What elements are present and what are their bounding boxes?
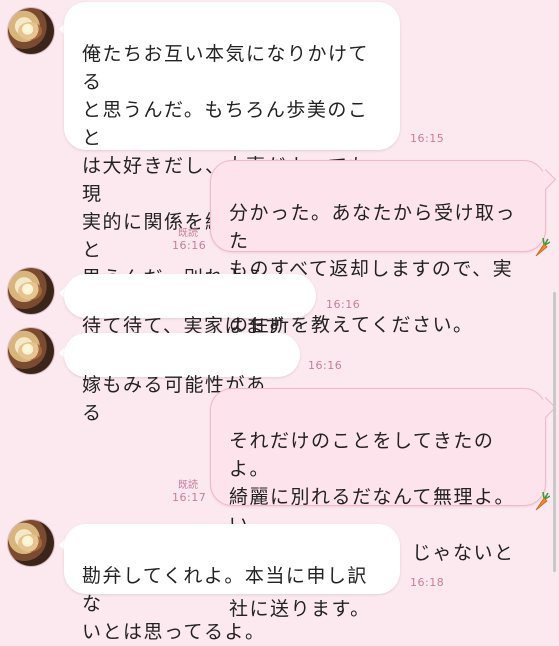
avatar[interactable]	[8, 520, 54, 566]
message-time: 16:18	[410, 576, 445, 589]
carrot-icon	[535, 491, 550, 511]
food-photo-icon	[18, 342, 42, 360]
message-time: 16:15	[410, 132, 445, 145]
carrot-icon	[535, 237, 550, 257]
message-time: 16:17	[172, 491, 207, 504]
message-bubble-incoming[interactable]: 嫁もみる可能性がある	[64, 333, 300, 424]
message-bubble-outgoing[interactable]: それだけのことをしてきたのよ。 綺麗に別れるだなんて無理よ。い いから住所教えて…	[210, 388, 546, 620]
message-bubble-incoming[interactable]: 勘弁してくれよ。本当に申し訳な いとは思ってるよ。	[64, 524, 400, 643]
message-bubble-incoming[interactable]: 俺たちお互い本気になりかけてる と思うんだ。もちろん歩美のこと は大好きだし、大…	[64, 2, 400, 289]
avatar[interactable]	[8, 8, 54, 54]
food-photo-icon	[18, 534, 42, 552]
message-bubble-incoming[interactable]: 待て待て、実家はまずい	[64, 274, 316, 365]
avatar[interactable]	[8, 268, 54, 314]
food-photo-icon	[18, 282, 42, 300]
message-bubble-outgoing[interactable]: 分かった。あなたから受け取った ものすべて返却しますので、実家 の住所を教えてく…	[210, 160, 546, 336]
read-receipt: 既読	[178, 480, 198, 491]
food-photo-icon	[18, 22, 42, 40]
message-time: 16:16	[326, 298, 361, 311]
message-time: 16:16	[172, 239, 207, 252]
read-receipt: 既読	[178, 228, 198, 239]
avatar[interactable]	[8, 328, 54, 374]
message-time: 16:16	[308, 359, 343, 372]
scrollbar[interactable]	[553, 292, 556, 572]
chat-thread: 俺たちお互い本気になりかけてる と思うんだ。もちろん歩美のこと は大好きだし、大…	[0, 0, 559, 643]
